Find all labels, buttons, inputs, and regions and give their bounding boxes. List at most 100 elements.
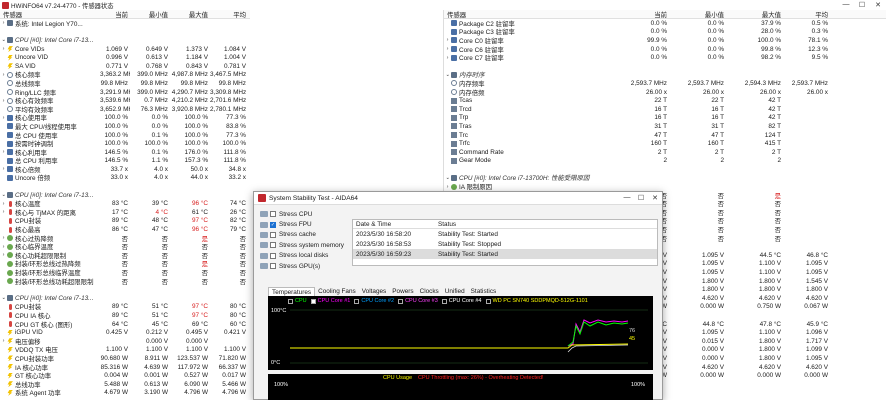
sensor-row[interactable]: Command Rate 2 T 2 T 2 T bbox=[444, 148, 886, 157]
log-row[interactable]: 2023/5/30 16:58:20 Stability Test: Starte… bbox=[353, 229, 657, 239]
sensor-row[interactable]: 最大 CPU/线程使用率 100.0 % 0.0 % 100.0 % 83.8 % bbox=[0, 122, 250, 131]
chevron-right-icon[interactable]: › bbox=[0, 201, 7, 207]
sensor-row[interactable]: 按需时钟调制 100.0 % 100.0 % 100.0 % 100.0 % bbox=[0, 139, 250, 148]
sensor-group[interactable]: ⌄ CPU [#0]: Intel Core i7-13... bbox=[0, 36, 250, 45]
sensor-row[interactable]: ›核心频率3,363.2 MHz399.0 MHz4,987.8 MHz3,46… bbox=[0, 71, 250, 79]
sensor-row[interactable]: Tcas 22 T 22 T 42 T bbox=[444, 96, 886, 105]
dialog-minimize-icon[interactable]: — bbox=[620, 194, 634, 202]
col-sensor[interactable]: 传感器 bbox=[0, 10, 100, 19]
sensor-row[interactable]: › 电压偏移 0.000 V 0.000 V bbox=[0, 337, 250, 346]
stress-checkbox[interactable] bbox=[270, 252, 276, 259]
minimize-icon[interactable]: — bbox=[838, 1, 854, 9]
col-avg-right[interactable]: 平均 bbox=[783, 10, 830, 19]
chevron-right-icon[interactable]: › bbox=[0, 98, 7, 104]
col-current-right[interactable]: 当前 bbox=[609, 10, 669, 19]
sensor-row[interactable]: iGPU VID 0.425 V 0.212 V 0.495 V 0.421 V bbox=[0, 328, 250, 337]
stress-option[interactable]: ✓ Stress FPU bbox=[260, 219, 352, 229]
sensor-row[interactable]: CPU封装功率 90.680 W 8.911 W 123.537 W 71.820 W bbox=[0, 354, 250, 363]
chevron-right-icon[interactable]: › bbox=[0, 149, 7, 155]
stress-checkbox[interactable] bbox=[270, 263, 276, 270]
dialog-close-icon[interactable]: ✕ bbox=[648, 194, 662, 202]
sensor-row[interactable]: 封装/环形总线过热降频否否是否 bbox=[0, 260, 250, 268]
stress-option[interactable]: Stress cache bbox=[260, 230, 352, 240]
stress-option[interactable]: Stress system memory bbox=[260, 240, 352, 250]
chevron-down-icon[interactable]: ⌄ bbox=[444, 175, 451, 181]
col-current[interactable]: 当前 bbox=[100, 10, 130, 19]
stress-option[interactable]: Stress local disks bbox=[260, 251, 352, 261]
sensor-row[interactable]: SA VID 0.771 V 0.768 V 0.843 V 0.781 V bbox=[0, 62, 250, 71]
sensor-row[interactable]: › Core C6 驻留率 0.0 % 0.0 % 99.8 % 12.3 % bbox=[444, 45, 886, 54]
sensor-row[interactable]: VDDQ TX 电压 1.100 V 1.100 V 1.100 V 1.100 V bbox=[0, 346, 250, 354]
chevron-right-icon[interactable]: › bbox=[444, 46, 451, 52]
sensor-row[interactable]: Package C3 驻留率 0.0 % 0.0 % 28.0 % 0.3 % bbox=[444, 28, 886, 36]
tab-unified[interactable]: Unified bbox=[442, 287, 468, 296]
tab-cooling-fans[interactable]: Cooling Fans bbox=[315, 287, 359, 296]
col-max[interactable]: 最大值 bbox=[170, 10, 210, 19]
sensor-row[interactable]: ›核心有效频率3,539.6 MHz0.7 MHz4,210.2 MHz2,70… bbox=[0, 96, 250, 105]
sensor-row[interactable]: 平均有效频率3,652.9 MHz76.3 MHz3,920.8 MHz2,78… bbox=[0, 105, 250, 114]
log-col-status[interactable]: Status bbox=[435, 221, 657, 228]
chevron-right-icon[interactable]: › bbox=[0, 20, 7, 26]
close-icon[interactable]: ✕ bbox=[870, 1, 886, 9]
stress-checkbox[interactable] bbox=[270, 242, 276, 249]
stress-checkbox[interactable] bbox=[270, 231, 276, 238]
sensor-row[interactable]: 封装/环形总线功耗超限限制 否 否 否 否 bbox=[0, 277, 250, 286]
chevron-right-icon[interactable]: › bbox=[0, 72, 7, 78]
col-sensor-right[interactable]: 传感器 bbox=[444, 10, 609, 19]
log-col-date[interactable]: Date & Time bbox=[353, 221, 435, 228]
tab-clocks[interactable]: Clocks bbox=[417, 287, 442, 296]
sensor-row[interactable]: › 核心功耗超限限制否否否否 bbox=[0, 251, 250, 260]
sensor-row[interactable]: Trp 16 T 16 T 42 T bbox=[444, 114, 886, 123]
stress-option[interactable]: Stress CPU bbox=[260, 209, 352, 219]
chevron-right-icon[interactable]: › bbox=[0, 338, 7, 344]
sensor-group[interactable]: ⌄ CPU [#0]: Intel Core i7-13700H: 性能受限原因 bbox=[444, 173, 886, 182]
tab-powers[interactable]: Powers bbox=[389, 287, 416, 296]
chevron-down-icon[interactable]: ⌄ bbox=[0, 295, 7, 301]
sensor-row[interactable]: CPU封装 89 °C 51 °C 97 °C 80 °C bbox=[0, 303, 250, 311]
stress-option[interactable]: Stress GPU(s) bbox=[260, 261, 352, 271]
sensor-row[interactable]: Gear Mode 2 2 2 bbox=[444, 157, 886, 166]
col-max-right[interactable]: 最大值 bbox=[726, 10, 783, 19]
sensor-row[interactable]: Trfc 160 T 160 T 415 T bbox=[444, 139, 886, 148]
chevron-right-icon[interactable]: › bbox=[0, 209, 7, 215]
tab-temperatures[interactable]: Temperatures bbox=[268, 287, 316, 296]
col-min-right[interactable]: 最小值 bbox=[669, 10, 726, 19]
chevron-right-icon[interactable]: › bbox=[444, 37, 451, 43]
tab-voltages[interactable]: Voltages bbox=[359, 287, 390, 296]
sensor-row[interactable]: › Core C7 驻留率 0.0 % 0.0 % 98.2 % 9.5 % bbox=[444, 53, 886, 62]
log-row[interactable]: 2023/5/30 16:58:53 Stability Test: Stoppe… bbox=[353, 239, 657, 249]
col-avg[interactable]: 平均 bbox=[210, 10, 248, 19]
maximize-icon[interactable]: ☐ bbox=[854, 1, 870, 9]
sensor-row[interactable]: CPU封装 89 °C 48 °C 97 °C 82 °C bbox=[0, 217, 250, 225]
sensor-row[interactable]: › 核心过热降频否否是否 bbox=[0, 234, 250, 243]
sensor-row[interactable]: IA 核心功率 85.316 W 4.639 W 117.972 W 66.337 W bbox=[0, 363, 250, 372]
sensor-row[interactable]: Uncore 倍频 33.0 x 4.0 x 44.0 x 33.2 x bbox=[0, 174, 250, 182]
sensor-row[interactable]: CPU IA 核心 89 °C 51 °C 97 °C 80 °C bbox=[0, 311, 250, 320]
sensor-row[interactable]: › 核心使用率 100.0 % 0.0 % 100.0 % 77.3 % bbox=[0, 114, 250, 122]
chevron-down-icon[interactable]: ⌄ bbox=[0, 37, 7, 43]
sensor-row[interactable]: CPU GT 核心 (图形) 64 °C 45 °C 69 °C 60 °C bbox=[0, 320, 250, 329]
sensor-row[interactable]: 总 CPU 使用率 100.0 % 0.1 % 100.0 % 77.3 % bbox=[0, 131, 250, 140]
sensor-row[interactable]: › 核心倍频 33.7 x 4.0 x 50.0 x 34.8 x bbox=[0, 165, 250, 174]
sensor-row[interactable]: Tras 31 T 31 T 82 T bbox=[444, 122, 886, 131]
sensor-row[interactable]: Uncore VID 0.996 V 0.613 V 1.184 V 1.004 V bbox=[0, 53, 250, 62]
chevron-right-icon[interactable]: › bbox=[0, 46, 7, 52]
dialog-maximize-icon[interactable]: ☐ bbox=[634, 194, 648, 202]
sensor-row[interactable]: 总线频率 99.8 MHz 99.8 MHz 99.8 MHz 99.8 MHz bbox=[0, 79, 250, 88]
chevron-down-icon[interactable]: ⌄ bbox=[444, 72, 451, 78]
chevron-right-icon[interactable]: › bbox=[444, 55, 451, 61]
sensor-row[interactable]: Package C2 驻留率 0.0 % 0.0 % 37.9 % 0.5 % bbox=[444, 19, 886, 28]
stress-checkbox[interactable]: ✓ bbox=[270, 221, 276, 228]
sensor-row[interactable]: Ring/LLC 频率3,291.9 MHz399.0 MHz4,290.7 M… bbox=[0, 88, 250, 97]
sensor-row[interactable]: › 核心与 TjMAX 的距离 17 °C 4 °C 61 °C 26 °C bbox=[0, 208, 250, 217]
chevron-right-icon[interactable]: › bbox=[0, 235, 7, 241]
chevron-right-icon[interactable]: › bbox=[444, 184, 451, 190]
chevron-right-icon[interactable]: › bbox=[0, 115, 7, 121]
sensor-row[interactable]: › Core C0 驻留率 99.9 % 0.0 % 100.0 % 78.1 % bbox=[444, 36, 886, 45]
sensor-row[interactable]: Trcd 16 T 16 T 42 T bbox=[444, 105, 886, 114]
sensor-row[interactable]: 核心最高 86 °C 47 °C 96 °C 79 °C bbox=[0, 225, 250, 234]
sensor-group[interactable]: ⌄ CPU [#0]: Intel Core i7-13... bbox=[0, 294, 250, 303]
sensor-row[interactable]: Trc 47 T 47 T 124 T bbox=[444, 131, 886, 140]
sensor-row[interactable]: › 核心利用率 146.5 % 0.1 % 176.0 % 111.8 % bbox=[0, 148, 250, 157]
chevron-right-icon[interactable]: › bbox=[0, 166, 7, 172]
